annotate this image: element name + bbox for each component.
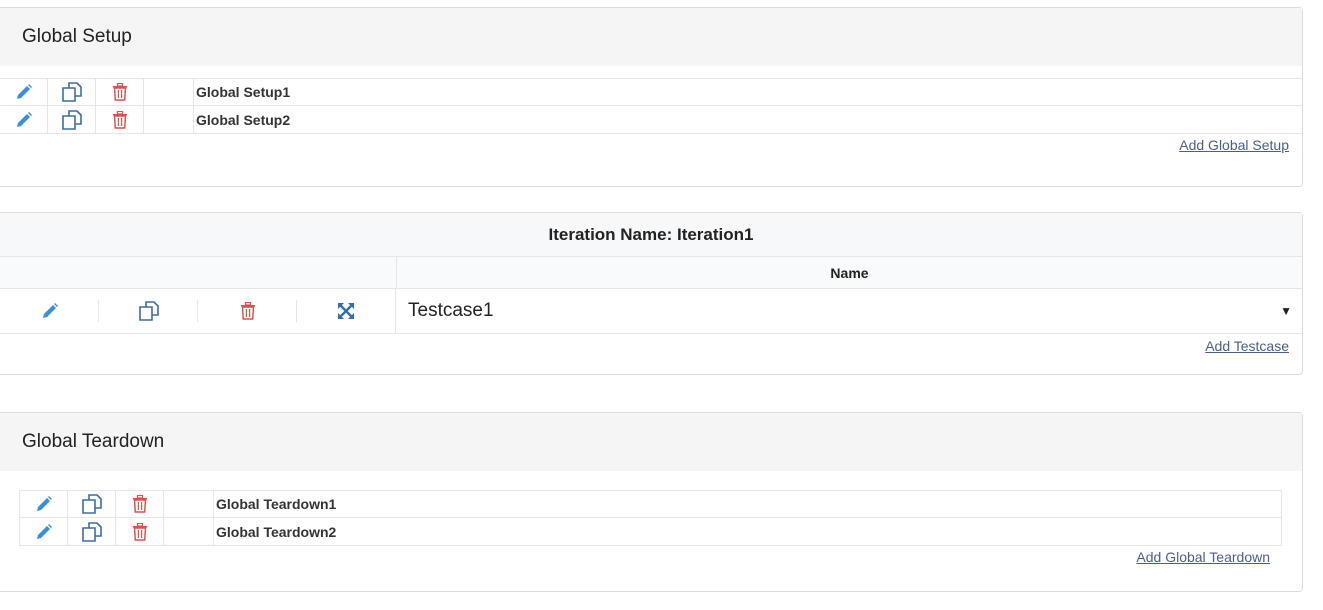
table-row: Testcase1 ▼ xyxy=(0,289,1302,334)
trash-icon xyxy=(240,302,256,320)
copy-icon xyxy=(61,82,82,102)
edit-button[interactable] xyxy=(0,289,99,333)
pencil-icon xyxy=(35,523,53,541)
testcase-select[interactable]: Testcase1 ▼ xyxy=(396,289,1302,333)
testcase-table-header: Name xyxy=(0,257,1302,289)
copy-button[interactable] xyxy=(48,106,96,133)
global-teardown-panel: Global Teardown Global Teardown1 Global … xyxy=(0,412,1303,592)
list-item: Global Setup1 xyxy=(0,78,1302,106)
iteration-panel: Iteration Name: Iteration1 Name Testcase… xyxy=(0,212,1303,375)
pencil-icon xyxy=(41,302,59,320)
delete-button[interactable] xyxy=(116,518,164,545)
actions-column-header xyxy=(0,257,397,288)
trash-icon xyxy=(112,110,128,129)
copy-button[interactable] xyxy=(68,491,116,517)
edit-button[interactable] xyxy=(0,79,48,105)
copy-button[interactable] xyxy=(99,289,198,333)
spacer-cell xyxy=(164,518,214,545)
global-setup-list: Global Setup1 Global Setup2 xyxy=(0,78,1302,134)
spacer-cell xyxy=(164,491,214,517)
pencil-icon xyxy=(15,111,33,129)
global-teardown-header: Global Teardown xyxy=(0,413,1302,471)
pencil-icon xyxy=(15,83,33,101)
global-teardown-title: Global Teardown xyxy=(22,431,165,452)
delete-button[interactable] xyxy=(96,106,144,133)
edit-button[interactable] xyxy=(20,518,68,545)
expand-icon xyxy=(337,302,355,320)
copy-icon xyxy=(81,521,102,542)
delete-button[interactable] xyxy=(116,491,164,517)
global-setup-name[interactable]: Global Setup2 xyxy=(194,106,1302,133)
edit-button[interactable] xyxy=(0,106,48,133)
global-teardown-name[interactable]: Global Teardown1 xyxy=(214,491,1281,517)
edit-button[interactable] xyxy=(20,491,68,517)
caret-down-icon: ▼ xyxy=(1280,304,1292,318)
list-item: Global Teardown2 xyxy=(20,518,1281,546)
copy-icon xyxy=(61,109,82,130)
delete-button[interactable] xyxy=(198,289,297,333)
trash-icon xyxy=(132,522,148,541)
global-teardown-name[interactable]: Global Teardown2 xyxy=(214,518,1281,545)
copy-button[interactable] xyxy=(48,79,96,105)
copy-button[interactable] xyxy=(68,518,116,545)
trash-icon xyxy=(132,495,148,513)
add-testcase-link[interactable]: Add Testcase xyxy=(1205,338,1289,354)
list-item: Global Setup2 xyxy=(0,106,1302,134)
copy-icon xyxy=(81,494,102,514)
global-setup-title: Global Setup xyxy=(22,26,132,47)
global-setup-panel: Global Setup Global Setup1 Global Setup2… xyxy=(0,7,1303,187)
global-setup-header: Global Setup xyxy=(0,8,1302,66)
testcase-select-value: Testcase1 xyxy=(408,300,494,321)
list-item: Global Teardown1 xyxy=(20,490,1281,518)
add-global-teardown-link[interactable]: Add Global Teardown xyxy=(1136,549,1270,565)
add-global-setup-link[interactable]: Add Global Setup xyxy=(1179,137,1289,153)
trash-icon xyxy=(112,83,128,101)
spacer-cell xyxy=(144,106,194,133)
spacer-cell xyxy=(144,79,194,105)
pencil-icon xyxy=(35,495,53,513)
name-column-header: Name xyxy=(830,264,869,281)
global-teardown-list: Global Teardown1 Global Teardown2 xyxy=(19,490,1282,546)
copy-icon xyxy=(138,301,159,321)
iteration-title: Iteration Name: Iteration1 xyxy=(0,213,1302,257)
expand-button[interactable] xyxy=(297,289,396,333)
delete-button[interactable] xyxy=(96,79,144,105)
global-setup-name[interactable]: Global Setup1 xyxy=(194,79,1302,105)
